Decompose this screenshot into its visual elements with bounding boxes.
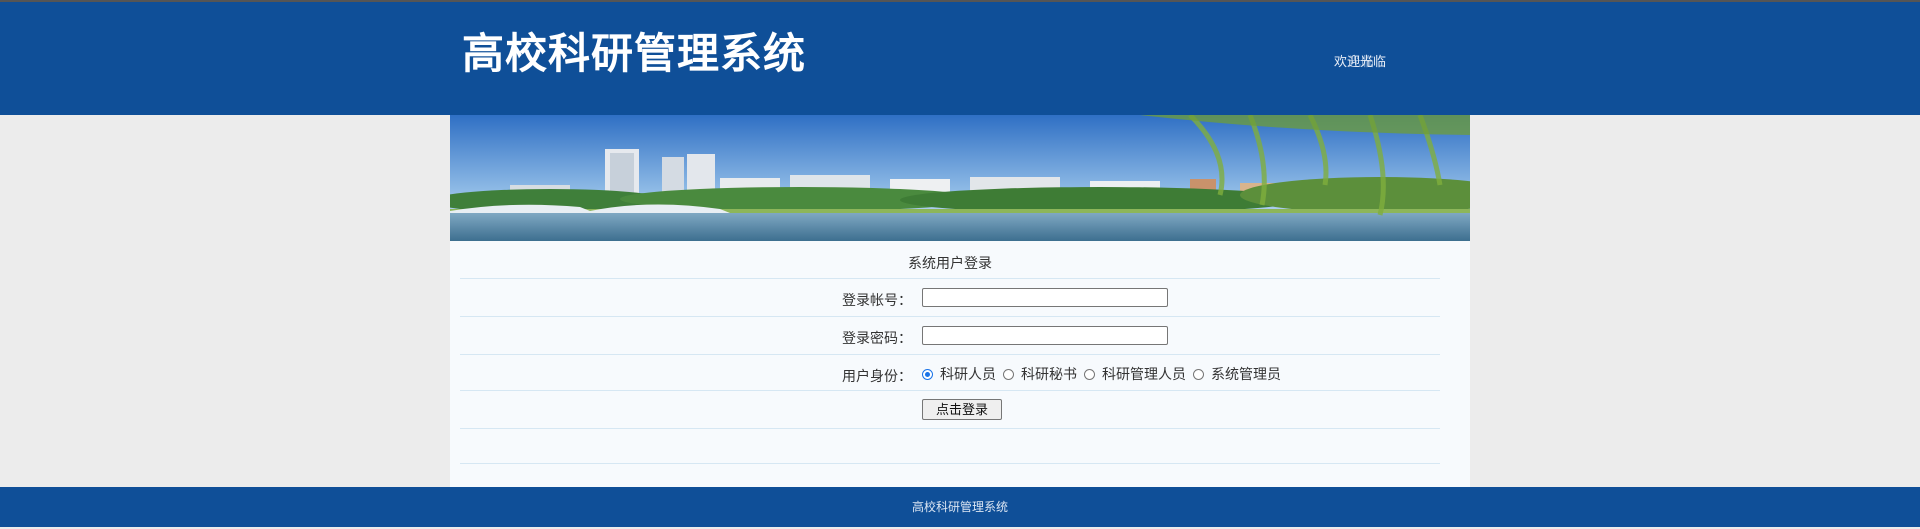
- role-option-label: 科研秘书: [1021, 367, 1077, 383]
- password-input[interactable]: [922, 326, 1168, 345]
- role-option-label: 系统管理员: [1211, 367, 1281, 383]
- footer-text: 高校科研管理系统: [911, 500, 1008, 514]
- campus-lake-photo-icon: [450, 115, 1470, 241]
- username-label: 登录帐号：: [842, 293, 912, 309]
- submit-row: 点击登录: [460, 391, 1440, 429]
- password-label: 登录密码：: [842, 331, 912, 347]
- role-option-label: 科研人员: [940, 367, 996, 383]
- login-title-row: 系统用户登录: [460, 241, 1440, 279]
- password-row: 登录密码：: [460, 317, 1440, 355]
- radio-icon[interactable]: [1003, 368, 1014, 380]
- login-form: 系统用户登录 登录帐号： 登录密码： 用户身份： 科研人员 科研秘书 科研管理人…: [460, 241, 1440, 464]
- role-label: 用户身份：: [842, 369, 912, 385]
- login-title: 系统用户登录: [908, 256, 992, 272]
- role-option-system-admin[interactable]: 系统管理员: [1193, 364, 1281, 384]
- site-footer: 高校科研管理系统: [0, 487, 1920, 527]
- role-option-researcher[interactable]: 科研人员: [922, 364, 996, 384]
- radio-icon[interactable]: [1193, 368, 1204, 380]
- banner-campus-image: [450, 115, 1470, 241]
- role-option-research-manager[interactable]: 科研管理人员: [1084, 364, 1186, 384]
- role-option-label: 科研管理人员: [1102, 367, 1186, 383]
- site-header: 高校科研管理系统 欢迎光临 光临: [0, 2, 1920, 115]
- site-title: 高校科研管理系统: [462, 29, 807, 78]
- role-row: 用户身份： 科研人员 科研秘书 科研管理人员 系统管理员: [460, 355, 1440, 391]
- welcome-text-overlay: 光临: [1348, 55, 1375, 70]
- role-radio-group: 科研人员 科研秘书 科研管理人员 系统管理员: [922, 364, 1288, 384]
- radio-icon[interactable]: [922, 368, 933, 380]
- main-panel: 系统用户登录 登录帐号： 登录密码： 用户身份： 科研人员 科研秘书 科研管理人…: [450, 115, 1470, 487]
- username-row: 登录帐号：: [460, 279, 1440, 317]
- login-button[interactable]: 点击登录: [922, 399, 1002, 420]
- empty-row: [460, 429, 1440, 464]
- radio-icon[interactable]: [1084, 368, 1095, 380]
- role-option-research-secretary[interactable]: 科研秘书: [1003, 364, 1077, 384]
- welcome-text: 欢迎光临 光临: [1334, 51, 1386, 70]
- username-input[interactable]: [922, 288, 1168, 307]
